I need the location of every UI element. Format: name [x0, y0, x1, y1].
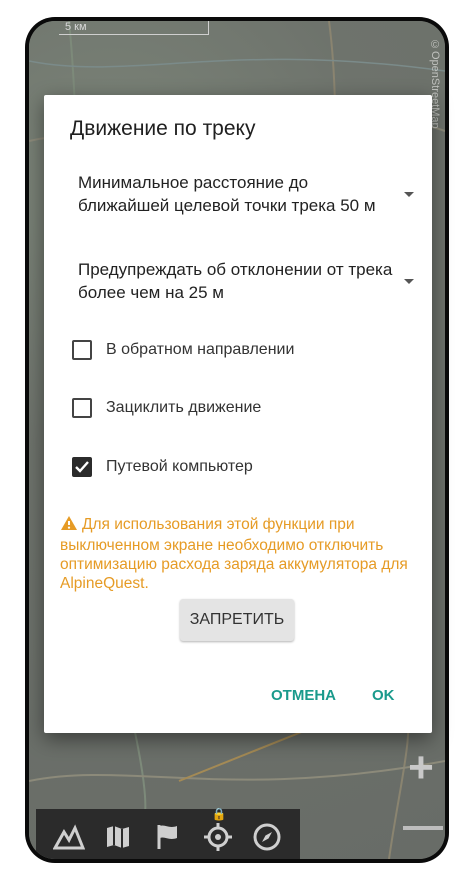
loop-label: Зациклить движение [106, 399, 262, 416]
deny-button[interactable]: ЗАПРЕТИТЬ [180, 599, 294, 641]
deviation-select[interactable]: Предупреждать об отклонении от трека бол… [78, 258, 418, 304]
bottom-toolbar: 🔒 [36, 807, 300, 859]
cancel-button[interactable]: ОТМЕНА [271, 687, 336, 704]
dialog-title: Движение по треку [70, 117, 256, 140]
min-distance-text: Минимальное расстояние до ближайшей целе… [78, 173, 376, 215]
flag-icon[interactable] [148, 817, 188, 857]
reverse-direction-label: В обратном направлении [106, 341, 295, 358]
trip-computer-label: Путевой компьютер [106, 458, 253, 475]
lock-icon: 🔒 [211, 807, 227, 821]
zoom-out-button[interactable] [403, 826, 443, 842]
map-icon[interactable] [98, 817, 138, 857]
loop-checkbox[interactable] [72, 398, 92, 418]
battery-warning: Для использования этой функции при выклю… [60, 515, 420, 593]
ok-button[interactable]: OK [372, 687, 395, 704]
deviation-text: Предупреждать об отклонении от трека бол… [78, 260, 393, 302]
target-icon[interactable]: 🔒 [198, 807, 238, 857]
trip-computer-checkbox[interactable] [72, 457, 92, 477]
reverse-direction-checkbox-row[interactable]: В обратном направлении [72, 340, 294, 360]
map-scale: 5 км [59, 21, 209, 35]
mountain-icon[interactable] [49, 817, 89, 857]
warning-text: Для использования этой функции при выклю… [60, 516, 408, 592]
zoom-in-button[interactable]: + [401, 746, 441, 790]
warning-icon [60, 515, 78, 536]
trip-computer-checkbox-row[interactable]: Путевой компьютер [72, 457, 253, 477]
track-navigation-dialog: Движение по треку Минимальное расстояние… [44, 95, 432, 733]
dropdown-arrow-icon [404, 278, 414, 284]
compass-icon[interactable] [247, 817, 287, 857]
min-distance-select[interactable]: Минимальное расстояние до ближайшей целе… [78, 171, 418, 217]
checkmark-icon [75, 461, 89, 473]
dropdown-arrow-icon [404, 191, 414, 197]
reverse-direction-checkbox[interactable] [72, 340, 92, 360]
loop-checkbox-row[interactable]: Зациклить движение [72, 398, 261, 418]
